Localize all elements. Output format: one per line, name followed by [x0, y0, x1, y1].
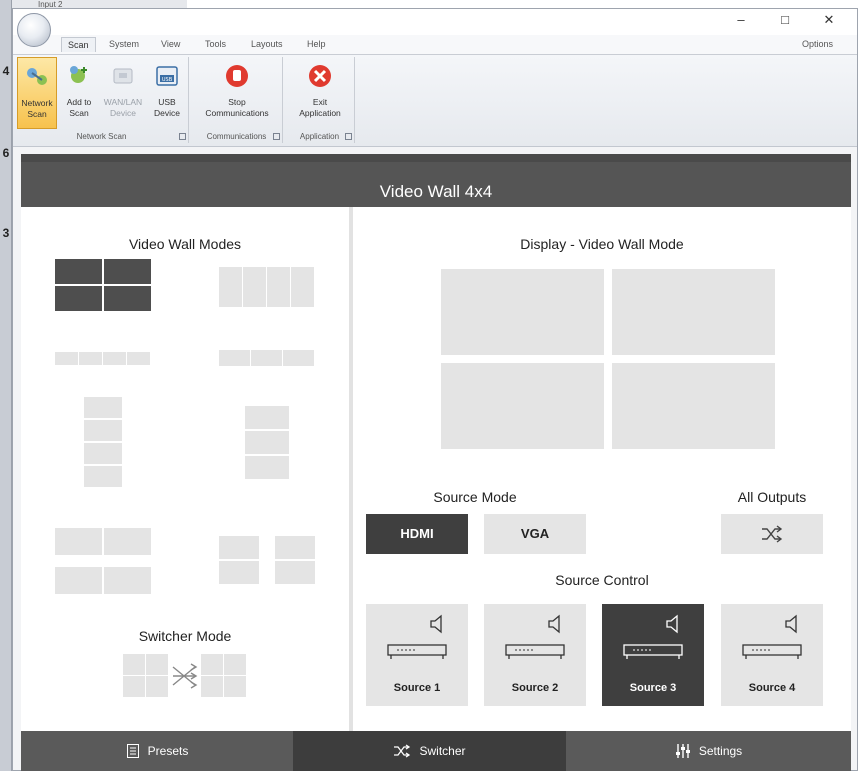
stop-hand-icon: [224, 63, 250, 89]
stop-label-2: Communications: [205, 108, 269, 118]
source-2-label: Source 2: [511, 682, 559, 694]
svg-text:USB: USB: [162, 77, 173, 83]
tab-tools[interactable]: Tools: [205, 39, 226, 49]
app-window: – □ ✕ Scan System View Tools Layouts Hel…: [12, 8, 858, 771]
source-4-label: Source 4: [748, 682, 796, 694]
source-2-button[interactable]: Source 2: [484, 604, 586, 706]
bottom-nav: Presets Switcher Settings: [21, 731, 851, 771]
ribbon-group-label: Network Scan: [15, 131, 188, 143]
wan-lan-device-icon: [110, 63, 136, 89]
exit-label-1: Exit: [312, 97, 328, 107]
presets-icon: [126, 744, 139, 758]
speaker-icon: [548, 614, 560, 634]
source-3-label: Source 3: [629, 682, 677, 694]
network-scan-label-2: Scan: [27, 109, 47, 119]
add-to-scan-label-1: Add to: [66, 97, 92, 107]
source-1-label: Source 1: [393, 682, 441, 694]
switcher-mode-title: Switcher Mode: [138, 628, 232, 644]
wan-lan-label-1: WAN/LAN: [103, 97, 143, 107]
add-to-scan-icon: [66, 63, 92, 89]
communications-group-label: Communications: [206, 132, 267, 141]
ribbon-group-application: Exit Application Application: [285, 57, 355, 143]
all-outputs-title: All Outputs: [737, 489, 807, 505]
edge-number: 6: [2, 146, 10, 160]
application-orb-button[interactable]: [17, 13, 51, 47]
maximize-button[interactable]: □: [765, 11, 805, 31]
stop-label-1: Stop: [228, 97, 246, 107]
minimize-button[interactable]: –: [721, 11, 761, 31]
background-window-edge: 4 6 3: [0, 0, 12, 771]
wan-lan-device-button[interactable]: WAN/LAN Device: [103, 57, 143, 129]
speaker-icon: [430, 614, 442, 634]
ribbon-group-label: Application: [285, 131, 354, 143]
options-menu[interactable]: Options: [802, 39, 833, 49]
source-device-icon: [387, 644, 447, 659]
source-device-icon: [505, 644, 565, 659]
ribbon-group-communications: Stop Communications Communications: [191, 57, 283, 143]
exit-application-button[interactable]: Exit Application: [291, 57, 349, 129]
shuffle-icon: [394, 744, 411, 758]
ribbon: Network Scan Add to Scan WAN/LAN Device …: [13, 55, 857, 147]
shuffle-icon: [762, 525, 783, 543]
hdmi-button[interactable]: HDMI: [366, 514, 468, 554]
switcher-arrows-icon: [172, 663, 198, 689]
dialog-launcher-icon[interactable]: [273, 133, 280, 140]
source-device-icon: [742, 644, 802, 659]
video-wall-modes-title: Video Wall Modes: [128, 236, 242, 252]
all-outputs-button[interactable]: [721, 514, 823, 554]
nav-switcher-label: Switcher: [419, 744, 466, 758]
title-bar: – □ ✕: [13, 9, 857, 35]
add-to-scan-label-2: Scan: [69, 108, 89, 118]
source-1-button[interactable]: Source 1: [366, 604, 468, 706]
usb-device-label-1: USB: [158, 97, 176, 107]
tab-layouts[interactable]: Layouts: [251, 39, 283, 49]
nav-presets[interactable]: Presets: [21, 731, 293, 771]
nav-presets-label: Presets: [147, 744, 189, 758]
wan-lan-label-2: Device: [110, 108, 136, 118]
source-4-button[interactable]: Source 4: [721, 604, 823, 706]
edge-number: 4: [2, 64, 10, 78]
panel-divider: [349, 207, 353, 731]
ribbon-group-label: Communications: [191, 131, 282, 143]
ribbon-tab-bar: Scan System View Tools Layouts Help Opti…: [13, 35, 857, 55]
close-button[interactable]: ✕: [809, 11, 849, 31]
add-to-scan-button[interactable]: Add to Scan: [59, 57, 99, 129]
sliders-icon: [675, 744, 690, 758]
speaker-icon: [666, 614, 678, 634]
dialog-launcher-icon[interactable]: [345, 133, 352, 140]
application-group-label: Application: [299, 132, 340, 141]
exit-icon: [307, 63, 333, 89]
tab-system[interactable]: System: [109, 39, 139, 49]
nav-settings[interactable]: Settings: [566, 731, 851, 771]
tab-view[interactable]: View: [161, 39, 180, 49]
display-title: Display - Video Wall Mode: [520, 236, 684, 252]
tab-help[interactable]: Help: [307, 39, 326, 49]
video-wall-panel: Video Wall 4x4 Video Wall Modes Switcher…: [21, 154, 851, 771]
source-device-icon: [623, 644, 683, 659]
vga-button[interactable]: VGA: [484, 514, 586, 554]
nav-settings-label: Settings: [698, 744, 743, 758]
usb-device-label-2: Device: [154, 108, 180, 118]
exit-label-2: Application: [299, 108, 341, 118]
source-control-title: Source Control: [555, 572, 649, 588]
usb-device-icon: USB: [154, 63, 180, 89]
source-3-button[interactable]: Source 3: [602, 604, 704, 706]
network-scan-icon: [24, 64, 50, 90]
edge-number: 3: [2, 226, 10, 240]
speaker-icon: [785, 614, 797, 634]
network-scan-group-label: Network Scan: [76, 132, 127, 141]
panel-title: Video Wall 4x4: [21, 154, 851, 207]
tab-scan[interactable]: Scan: [61, 37, 96, 52]
network-scan-label-1: Network: [21, 98, 53, 108]
ribbon-group-network-scan: Network Scan Add to Scan WAN/LAN Device …: [15, 57, 189, 143]
network-scan-button[interactable]: Network Scan: [17, 57, 57, 129]
stop-communications-button[interactable]: Stop Communications: [197, 57, 277, 129]
nav-switcher[interactable]: Switcher: [293, 731, 566, 771]
dialog-launcher-icon[interactable]: [179, 133, 186, 140]
usb-device-button[interactable]: USB USB Device: [147, 57, 187, 129]
source-mode-title: Source Mode: [433, 489, 517, 505]
